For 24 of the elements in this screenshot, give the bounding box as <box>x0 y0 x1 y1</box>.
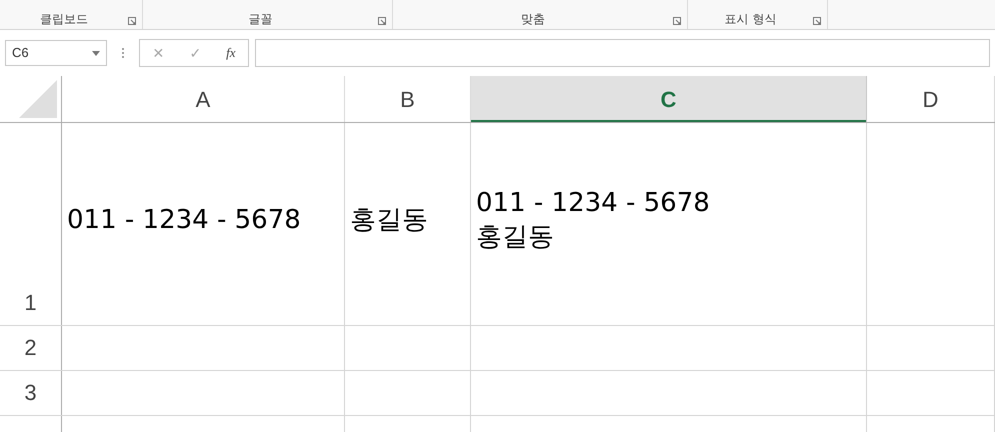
name-box[interactable]: C6 <box>5 40 107 66</box>
column-header[interactable]: D <box>867 76 995 122</box>
dialog-launcher-icon[interactable] <box>813 17 821 25</box>
dialog-launcher-icon[interactable] <box>128 17 136 25</box>
cell-text: 011 - 1234 - 5678 <box>476 187 710 220</box>
select-all-triangle-icon <box>19 80 57 118</box>
ribbon-group-label: 맞춤 <box>520 13 546 25</box>
dropdown-caret-icon <box>92 50 100 56</box>
more-options-icon[interactable] <box>121 47 125 59</box>
cell-text: 홍길동 <box>350 204 428 237</box>
dialog-launcher-icon[interactable] <box>378 17 386 25</box>
insert-function-button[interactable]: fx <box>226 43 236 63</box>
ribbon-group-label: 표시 형식 <box>724 13 778 25</box>
row-header[interactable]: 1 <box>0 123 62 325</box>
row-header[interactable]: 2 <box>0 326 62 370</box>
row-header[interactable]: 3 <box>0 371 62 415</box>
dialog-launcher-icon[interactable] <box>673 17 681 25</box>
cell-text: 011 - 1234 - 5678 <box>67 204 301 237</box>
column-header[interactable]: A <box>62 76 345 122</box>
column-header[interactable]: C <box>471 76 867 122</box>
formula-input[interactable] <box>255 39 990 67</box>
cell-text: 홍길동 <box>476 221 554 254</box>
ribbon-group-label: 글꼴 <box>248 13 274 25</box>
ribbon-group-label: 클립보드 <box>39 13 89 25</box>
